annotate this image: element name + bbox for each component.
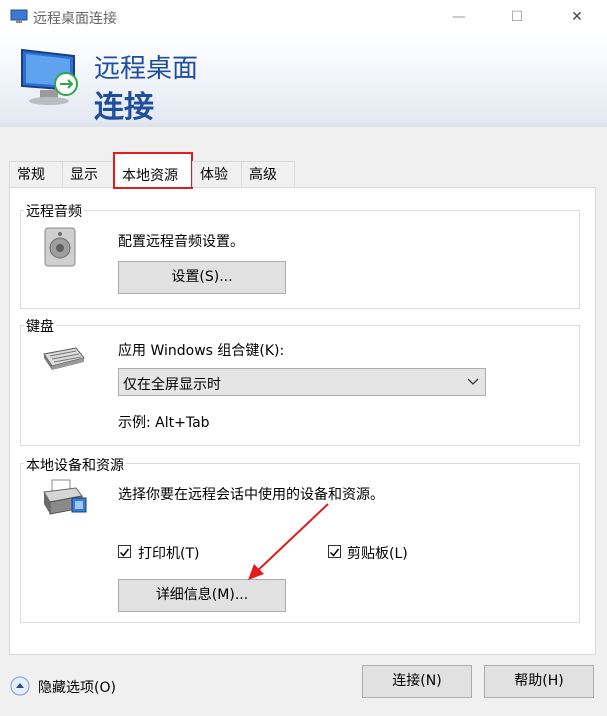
connect-button[interactable]: 连接(N)	[362, 665, 472, 698]
minimize-button[interactable]: —	[436, 0, 482, 34]
tab-general[interactable]: 常规	[9, 161, 63, 187]
remote-audio-group	[20, 210, 580, 309]
printer-checkbox-label[interactable]: 打印机(T)	[138, 543, 199, 563]
header-banner	[0, 34, 607, 125]
annotation-arrow	[248, 503, 329, 580]
banner-divider	[0, 124, 607, 127]
window-title: 远程桌面连接	[33, 11, 117, 27]
tab-experience[interactable]: 体验	[192, 161, 242, 187]
audio-description: 配置远程音频设置。	[118, 234, 244, 250]
help-button[interactable]: 帮助(H)	[484, 665, 594, 698]
printer-icon	[43, 479, 87, 515]
audio-settings-button[interactable]: 设置(S)...	[118, 261, 286, 294]
tab-display[interactable]: 显示	[62, 161, 114, 187]
tab-local-resources[interactable]: 本地资源	[113, 152, 193, 189]
windows-key-combo-label: 应用 Windows 组合键(K):	[118, 343, 285, 359]
chevron-up-circle-icon	[10, 676, 30, 696]
local-devices-group-label: 本地设备和资源	[24, 455, 126, 475]
windows-key-combo-dropdown[interactable]: 仅在全屏显示时	[118, 368, 486, 396]
dropdown-selected-value: 仅在全屏显示时	[123, 377, 221, 393]
remote-audio-group-label: 远程音频	[24, 201, 84, 221]
maximize-button[interactable]: ☐	[494, 0, 540, 34]
banner-title-line2: 连接	[94, 90, 154, 125]
checkmark-icon	[119, 548, 130, 557]
banner-title-line1: 远程桌面	[94, 54, 199, 84]
clipboard-checkbox-label[interactable]: 剪贴板(L)	[347, 543, 408, 563]
close-button[interactable]: ✕	[554, 0, 600, 34]
collapse-options-button[interactable]	[10, 676, 30, 696]
remote-monitor-icon	[21, 48, 78, 105]
keyboard-icon	[43, 347, 85, 370]
remote-desktop-app-icon	[10, 9, 28, 23]
keyboard-group-label: 键盘	[24, 316, 56, 336]
key-combo-example: 示例: Alt+Tab	[118, 415, 210, 431]
hide-options-label[interactable]: 隐藏选项(O)	[38, 677, 116, 697]
printer-checkbox[interactable]	[118, 545, 131, 558]
chevron-down-icon	[467, 378, 479, 385]
tab-advanced[interactable]: 高级	[241, 161, 295, 187]
speaker-icon	[44, 227, 76, 267]
